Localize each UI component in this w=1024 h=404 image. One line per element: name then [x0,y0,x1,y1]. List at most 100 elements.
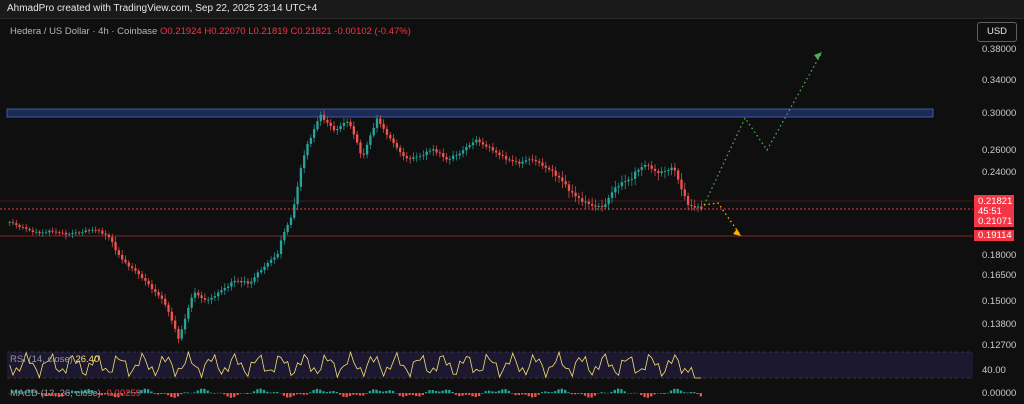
macd-bar [352,393,355,395]
candle-body [25,227,28,229]
macd-bar [550,392,554,394]
rsi-title: RSI (14, close) [10,354,73,365]
macd-bar [233,393,236,398]
candle-body [101,230,104,234]
macd-bar [246,393,249,395]
macd-bar [573,393,577,395]
macd-bar [166,393,170,396]
candle-body [213,296,217,298]
macd-bar [616,388,620,394]
candle-body [312,129,316,138]
candle-body [34,231,38,233]
candle-body [369,135,372,145]
candle-body [94,229,97,231]
candle-body [481,142,485,145]
macd-title: MACD (12, 26, close) [10,388,101,399]
macd-bar [620,389,623,394]
macd-bar [183,392,186,394]
candle-body [680,179,683,190]
candle-body [667,170,670,172]
candle-body [81,231,84,233]
macd-bar [398,393,401,396]
candle-body [342,122,346,126]
macd-bar [381,391,385,394]
candle-body [260,270,263,273]
macd-bar [405,393,408,396]
ohlc-close: C0.21821 [290,26,332,37]
macd-bar [484,391,487,394]
macd-bar [686,392,689,394]
candle-body [336,129,339,131]
macd-bar [372,389,375,394]
symbol-legend[interactable]: Hedera / US Dollar · 4h · Coinbase O0.21… [10,26,411,37]
candle-body [624,181,627,183]
candle-body [180,329,183,339]
candle-body [379,118,382,124]
candle-body [207,299,210,301]
candle-body [289,217,293,225]
macd-bar [193,392,196,394]
candle-body [117,250,121,255]
candle-body [504,155,508,160]
candle-body [216,292,220,297]
candle-body [475,139,478,143]
macd-bar [603,392,607,394]
mid-level-price-tag: 0.21071 [978,216,1013,227]
macd-bar [471,393,474,397]
candle-body [346,121,349,123]
candle-body [306,143,309,156]
bearish-projection-arrow-icon [733,229,741,236]
candle-body [111,237,114,243]
macd-bar [421,393,425,395]
macd-legend[interactable]: MACD (12, 26, close) -0.00259 [10,388,141,399]
candle-body [362,153,365,155]
macd-bar [464,393,468,395]
macd-bar [501,389,504,394]
candle-body [581,198,584,202]
macd-bar [524,393,527,395]
candle-body [276,253,279,258]
bullish-projection-path[interactable] [703,51,823,206]
candle-body [293,204,296,218]
resistance-zone[interactable] [6,108,934,118]
macd-bar [411,393,415,396]
candle-body [491,147,495,151]
candle-body [319,114,322,122]
candle-body [663,171,667,172]
macd-bar [338,393,342,395]
candle-body [442,153,445,157]
candle-body [382,123,385,129]
currency-selector-button[interactable]: USD [977,22,1017,42]
macd-bar [206,390,209,394]
macd-bar [199,388,203,394]
macd-bar [610,391,613,394]
candle-body [339,125,342,130]
macd-bar [517,393,520,396]
macd-bar [454,393,458,395]
candle-body [104,233,107,235]
macd-bar [415,393,418,397]
candle-body [594,205,597,207]
candle-body [402,152,405,157]
rsi-legend[interactable]: RSI (14, close) 26.40 [10,354,99,365]
macd-bar [468,393,471,396]
candle-body [643,165,647,168]
candle-body [279,240,283,254]
candle-body [144,278,147,281]
candle-body [91,229,94,231]
macd-bar [693,392,696,394]
candle-body [408,158,412,160]
candle-body [590,203,594,206]
macd-bar [358,393,362,396]
candle-body [660,171,663,174]
price-chart[interactable] [0,0,1024,404]
rsi-band [7,352,973,378]
candle-body [633,171,637,179]
macd-bar [348,393,352,396]
macd-bar [408,393,411,395]
candle-body [508,159,511,161]
candle-body [8,222,11,223]
candle-body [657,171,660,174]
candle-body [395,143,399,148]
candle-body [614,187,617,193]
